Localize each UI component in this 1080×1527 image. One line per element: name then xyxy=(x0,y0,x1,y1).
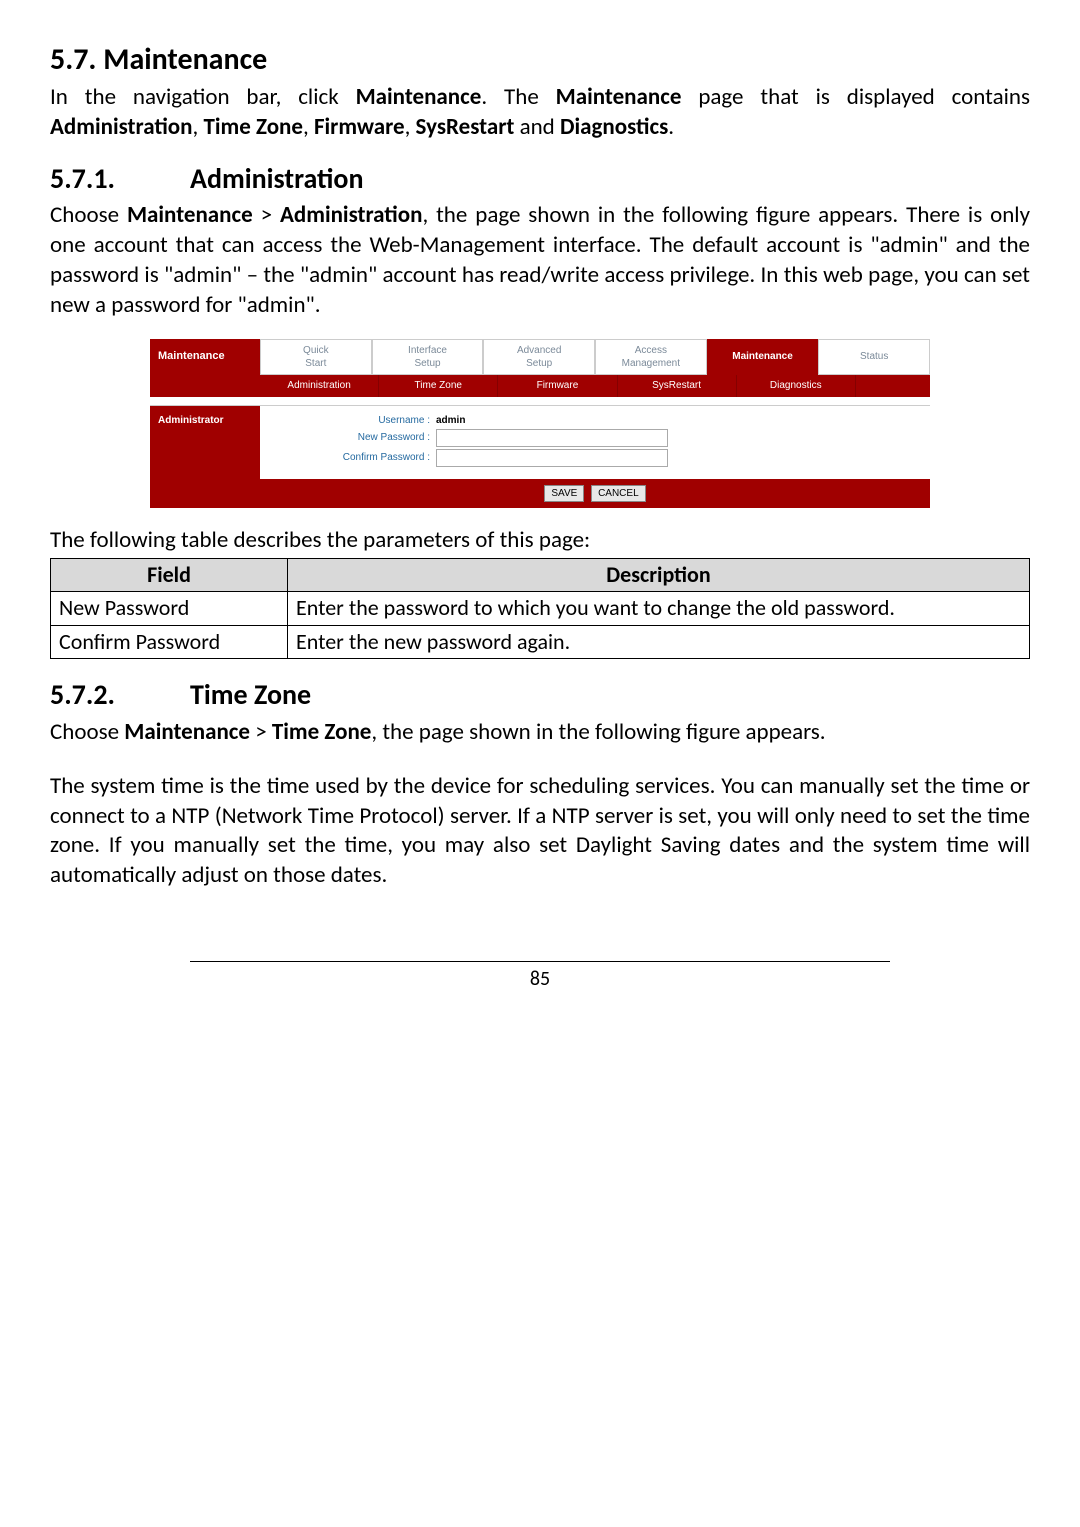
subtab-blank xyxy=(856,375,930,397)
sidebar-administrator: Administrator xyxy=(150,406,260,479)
subtab-time-zone[interactable]: Time Zone xyxy=(379,375,498,397)
cancel-button[interactable]: CANCEL xyxy=(591,485,646,502)
tab-label: Status xyxy=(825,350,923,363)
cell-field: Confirm Password xyxy=(51,625,288,659)
bold: SysRestart xyxy=(416,113,515,141)
tab-label: Advanced Setup xyxy=(490,344,588,370)
label-new-password: New Password : xyxy=(280,431,436,444)
th-description: Description xyxy=(288,558,1030,592)
tab-quick-start[interactable]: Quick Start xyxy=(260,339,372,375)
input-confirm-password[interactable] xyxy=(436,449,668,467)
save-button[interactable]: SAVE xyxy=(544,485,584,502)
tab-label: Quick Start xyxy=(267,344,365,370)
text: page that is displayed contains xyxy=(681,83,1030,111)
cell-desc: Enter the password to which you want to … xyxy=(288,592,1030,626)
section-title: Time Zone xyxy=(190,677,311,712)
section-title: Administration xyxy=(190,161,363,196)
subtab-sysrestart[interactable]: SysRestart xyxy=(618,375,737,397)
bold: Time Zone xyxy=(272,718,372,746)
tab-access-management[interactable]: Access Management xyxy=(595,339,707,375)
screenshot-admin-panel: Maintenance Quick Start Interface Setup … xyxy=(150,339,930,508)
section-number: 5.7.1. xyxy=(50,161,190,197)
parameters-table: Field Description New Password Enter the… xyxy=(50,558,1030,660)
bold: Maintenance xyxy=(124,718,250,746)
text: > xyxy=(253,201,280,229)
table-caption: The following table describes the parame… xyxy=(50,526,1030,556)
table-row: Confirm Password Enter the new password … xyxy=(51,625,1030,659)
tab-label: Access Management xyxy=(602,344,700,370)
footer-divider xyxy=(190,961,890,962)
bold: Administration xyxy=(280,201,423,229)
subtab-diagnostics[interactable]: Diagnostics xyxy=(737,375,856,397)
label-confirm-password: Confirm Password : xyxy=(280,451,436,464)
tab-interface-setup[interactable]: Interface Setup xyxy=(372,339,484,375)
heading-maintenance: 5.7. Maintenance xyxy=(50,40,1030,79)
tab-label: Interface Setup xyxy=(379,344,477,370)
text: In the navigation bar, click xyxy=(50,83,356,111)
table-row: New Password Enter the password to which… xyxy=(51,592,1030,626)
tab-advanced-setup[interactable]: Advanced Setup xyxy=(483,339,595,375)
label-username: Username : xyxy=(280,414,436,427)
text: , the page shown in the following figure… xyxy=(371,718,825,746)
bold: Time Zone xyxy=(203,113,303,141)
tab-status[interactable]: Status xyxy=(818,339,930,375)
bold: Maintenance xyxy=(127,201,253,229)
bold: Administration xyxy=(50,113,193,141)
text: Choose xyxy=(50,201,127,229)
cell-field: New Password xyxy=(51,592,288,626)
heading-571: 5.7.1.Administration xyxy=(50,161,1030,197)
text: Choose xyxy=(50,718,124,746)
paragraph-571: Choose Maintenance > Administration, the… xyxy=(50,201,1030,321)
bold: Firmware xyxy=(314,113,405,141)
cell-desc: Enter the new password again. xyxy=(288,625,1030,659)
section-number: 5.7.2. xyxy=(50,677,190,713)
tab-label: Maintenance xyxy=(714,350,812,363)
th-field: Field xyxy=(51,558,288,592)
bold: Maintenance xyxy=(556,83,682,111)
paragraph-572-2: The system time is the time used by the … xyxy=(50,772,1030,892)
sidebar-title: Maintenance xyxy=(150,339,260,375)
heading-572: 5.7.2.Time Zone xyxy=(50,677,1030,713)
input-new-password[interactable] xyxy=(436,429,668,447)
text: , xyxy=(405,113,416,141)
value-username: admin xyxy=(436,414,465,427)
text: , xyxy=(193,113,204,141)
text: and xyxy=(514,113,560,141)
paragraph-572-1: Choose Maintenance > Time Zone, the page… xyxy=(50,718,1030,748)
subtab-administration[interactable]: Administration xyxy=(260,375,379,397)
text: . The xyxy=(481,83,555,111)
text: , xyxy=(303,113,314,141)
subtab-firmware[interactable]: Firmware xyxy=(498,375,617,397)
intro-paragraph: In the navigation bar, click Maintenance… xyxy=(50,83,1030,143)
page-number: 85 xyxy=(50,966,1030,992)
tab-maintenance[interactable]: Maintenance xyxy=(707,339,819,375)
bold: Diagnostics xyxy=(560,113,668,141)
bold: Maintenance xyxy=(356,83,482,111)
text: > xyxy=(250,718,272,746)
text: . xyxy=(668,113,674,141)
